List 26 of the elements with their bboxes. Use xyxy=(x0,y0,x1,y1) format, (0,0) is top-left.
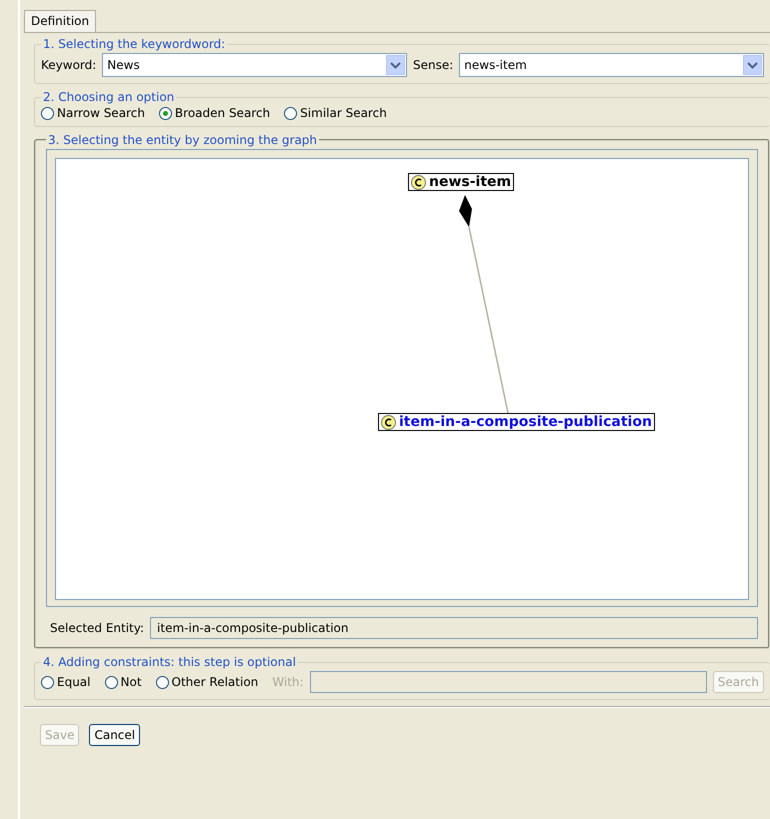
graph-canvas[interactable]: news-item item-in-a-composite-publication xyxy=(55,158,749,600)
group-title: 3. Selecting the entity by zooming the graph xyxy=(47,133,318,147)
selected-entity-label: Selected Entity: xyxy=(50,621,144,635)
radio-option[interactable]: Other Relation xyxy=(156,675,258,689)
tab[interactable]: Definition xyxy=(24,10,96,32)
radio-option[interactable]: Narrow Search xyxy=(41,106,145,120)
diamond-arrowhead-icon xyxy=(459,195,472,227)
dialog-button[interactable]: Cancel xyxy=(89,724,140,746)
with-field[interactable] xyxy=(310,671,707,693)
selected-entity-field: item-in-a-composite-publication xyxy=(150,617,758,639)
with-label: With: xyxy=(272,675,304,689)
class-icon xyxy=(381,414,396,430)
dropdown[interactable]: News xyxy=(102,53,407,77)
dropdown[interactable]: news-item xyxy=(459,53,764,77)
graph-node[interactable]: item-in-a-composite-publication xyxy=(378,413,655,431)
group-title: 2. Choosing an option xyxy=(42,90,176,104)
sense-label: Sense: xyxy=(413,58,454,72)
group-title: 1. Selecting the keywordword: xyxy=(42,37,226,51)
class-icon xyxy=(411,174,426,190)
radio-option[interactable]: Not xyxy=(104,675,142,689)
radio-option[interactable]: Equal xyxy=(41,675,90,689)
radio-option[interactable]: Similar Search xyxy=(284,106,387,120)
graph-node[interactable]: news-item xyxy=(408,173,514,191)
radio-option[interactable]: Broaden Search xyxy=(158,106,270,120)
group-title: 4. Adding constraints: this step is optional xyxy=(42,655,297,669)
keyword-label: Keyword: xyxy=(41,58,96,72)
